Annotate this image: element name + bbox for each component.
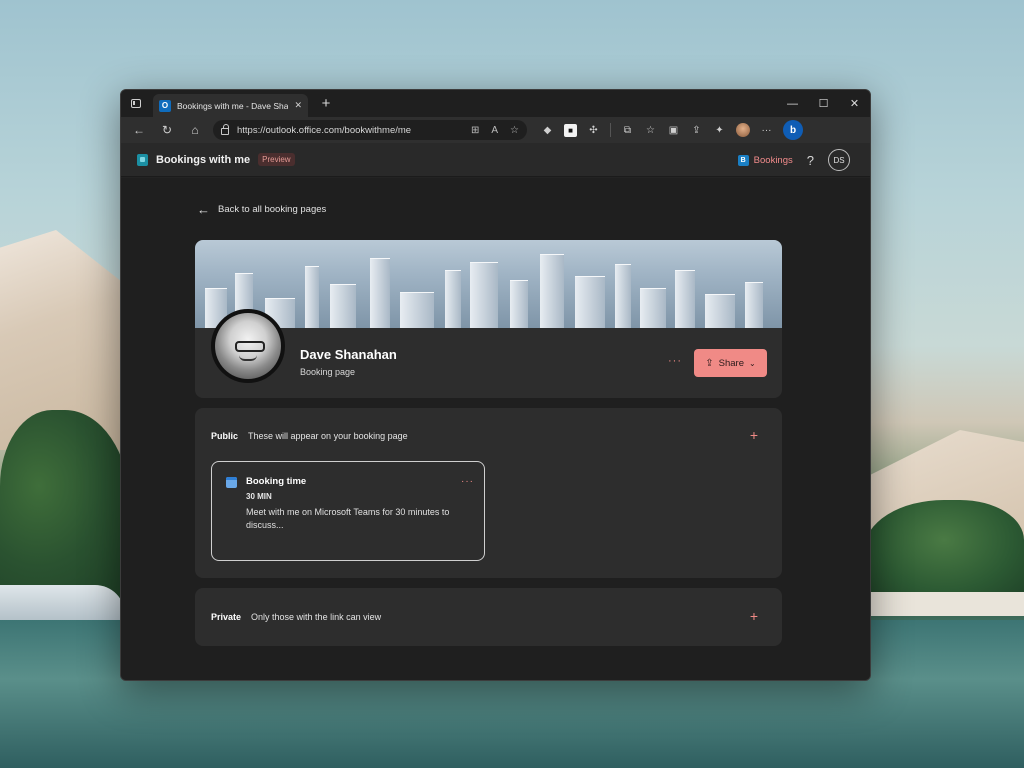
private-label: Private xyxy=(211,612,242,622)
app-title: Bookings with me xyxy=(156,153,251,166)
share-button-label: Share xyxy=(718,357,745,369)
refresh-icon[interactable]: ↻ xyxy=(155,119,179,141)
collections-icon[interactable]: ▣ xyxy=(667,124,680,137)
bookings-app-icon: B xyxy=(737,154,749,166)
close-window-button[interactable]: ✕ xyxy=(839,90,870,117)
browser-window: O Bookings with me - Dave Shanahan ✕ + —… xyxy=(120,89,871,681)
chevron-down-icon: ⌄ xyxy=(749,358,756,368)
extensions-puzzle-icon[interactable]: ✣ xyxy=(587,124,600,137)
favorites-icon[interactable]: ☆ xyxy=(644,124,657,137)
share-page-icon[interactable]: ⇪ xyxy=(690,124,703,137)
back-arrow-icon: ← xyxy=(197,202,210,217)
outlook-icon: O xyxy=(159,99,171,112)
back-to-booking-pages-link[interactable]: ← Back to all booking pages xyxy=(197,202,326,217)
booking-duration: 30 MIN xyxy=(246,492,272,501)
public-label: Public xyxy=(211,431,239,441)
bookings-logo-icon xyxy=(137,153,148,166)
lock-icon xyxy=(221,124,229,135)
new-tab-button[interactable]: + xyxy=(318,95,334,112)
share-icon: ⇪ xyxy=(705,357,714,369)
private-section: Private Only those with the link can vie… xyxy=(195,588,782,646)
toolbar-divider xyxy=(610,123,611,137)
desktop-wallpaper-shore xyxy=(864,592,1024,616)
private-section-header: Private Only those with the link can vie… xyxy=(211,612,381,622)
app-available-icon[interactable]: ⊞ xyxy=(471,125,479,136)
home-icon[interactable]: ⌂ xyxy=(183,119,207,141)
browser-toolbar: ← ↻ ⌂ https://outlook.office.com/bookwit… xyxy=(121,117,870,143)
desktop-wallpaper-rock xyxy=(0,585,125,625)
booking-title: Booking time xyxy=(246,476,307,487)
share-button[interactable]: ⇪ Share ⌄ xyxy=(694,349,767,377)
url-text[interactable]: https://outlook.office.com/bookwithme/me xyxy=(237,125,463,136)
profile-photo xyxy=(211,309,285,383)
profile-name: Dave Shanahan xyxy=(300,347,397,362)
booking-description: Meet with me on Microsoft Teams for 30 m… xyxy=(246,507,450,530)
more-menu-icon[interactable]: ··· xyxy=(760,124,773,137)
help-icon[interactable]: ? xyxy=(807,153,814,168)
private-description: Only those with the link can view xyxy=(251,612,382,622)
profile-avatar-icon[interactable] xyxy=(736,123,750,137)
extension-bird-icon[interactable]: ◆ xyxy=(541,124,554,137)
bookings-link-label: Bookings xyxy=(753,154,793,166)
maximize-button[interactable]: ☐ xyxy=(808,90,839,117)
copilot-icon[interactable]: ✦ xyxy=(713,124,726,137)
app-header: Bookings with me Preview B Bookings ? DS xyxy=(121,143,870,177)
tab-actions-icon[interactable] xyxy=(121,90,151,117)
preview-badge: Preview xyxy=(258,153,295,166)
main-content: ← Back to all booking pages Dave Shanaha… xyxy=(121,178,870,680)
address-bar[interactable]: https://outlook.office.com/bookwithme/me… xyxy=(213,120,527,140)
extension-square-icon[interactable]: ■ xyxy=(564,123,577,137)
user-avatar[interactable]: DS xyxy=(828,149,850,171)
browser-titlebar: O Bookings with me - Dave Shanahan ✕ + —… xyxy=(121,90,870,117)
public-description: These will appear on your booking page xyxy=(248,431,408,441)
back-link-label: Back to all booking pages xyxy=(218,204,327,215)
favorite-star-icon[interactable]: ☆ xyxy=(510,125,519,136)
add-public-meeting-button[interactable]: + xyxy=(750,427,758,443)
booking-time-card[interactable]: Booking time 30 MIN Meet with me on Micr… xyxy=(211,461,485,561)
desktop-wallpaper-trees xyxy=(0,410,130,600)
bing-icon[interactable]: b xyxy=(783,120,803,140)
profile-more-options-icon[interactable]: ··· xyxy=(668,355,682,367)
bookings-link[interactable]: B Bookings xyxy=(737,154,793,166)
tab-title: Bookings with me - Dave Shanahan xyxy=(177,100,289,111)
add-private-meeting-button[interactable]: + xyxy=(750,608,758,624)
city-banner-image xyxy=(195,240,782,328)
booking-more-options-icon[interactable]: ··· xyxy=(461,476,474,487)
desktop-wallpaper-trees-right xyxy=(864,500,1024,600)
minimize-button[interactable]: — xyxy=(777,90,808,117)
profile-subtitle: Booking page xyxy=(300,367,356,377)
public-section-header: Public These will appear on your booking… xyxy=(211,431,408,441)
read-aloud-icon[interactable]: A xyxy=(491,125,498,136)
profile-card: Dave Shanahan Booking page ··· ⇪ Share ⌄ xyxy=(195,240,782,398)
calendar-icon xyxy=(226,477,237,488)
public-section: Public These will appear on your booking… xyxy=(195,408,782,578)
tab-close-icon[interactable]: ✕ xyxy=(294,100,302,111)
back-icon[interactable]: ← xyxy=(127,119,151,141)
split-screen-icon[interactable]: ⧉ xyxy=(621,124,634,137)
browser-tab[interactable]: O Bookings with me - Dave Shanahan ✕ xyxy=(153,94,308,117)
